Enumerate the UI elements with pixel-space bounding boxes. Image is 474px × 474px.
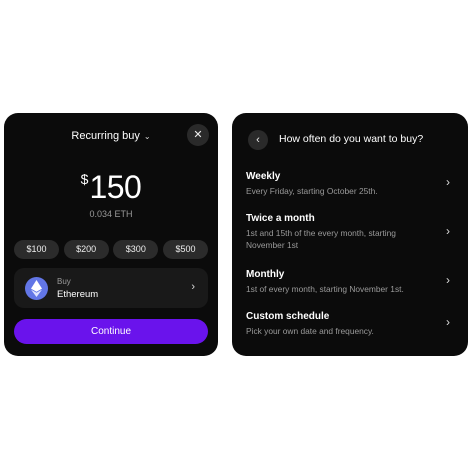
chevron-right-icon: › bbox=[191, 281, 195, 293]
option-monthly[interactable]: Monthly 1st of every month, starting Nov… bbox=[246, 269, 454, 294]
preset-300-button[interactable]: $300 bbox=[113, 240, 159, 259]
chevron-right-icon: › bbox=[446, 273, 450, 287]
option-weekly[interactable]: Weekly Every Friday, starting October 25… bbox=[246, 171, 454, 196]
amount-display[interactable]: $150 bbox=[4, 169, 218, 206]
back-button[interactable]: ‹ bbox=[248, 130, 268, 150]
chevron-down-icon: ⌄ bbox=[143, 132, 151, 141]
option-custom-schedule[interactable]: Custom schedule Pick your own date and f… bbox=[246, 311, 454, 336]
preset-200-button[interactable]: $200 bbox=[63, 240, 109, 259]
crypto-equivalent: 0.034 ETH bbox=[89, 209, 133, 219]
amount-value: 150 bbox=[89, 169, 142, 205]
option-description: Pick your own date and frequency. bbox=[246, 326, 374, 336]
chevron-left-icon: ‹ bbox=[256, 134, 260, 146]
option-description: Every Friday, starting October 25th. bbox=[246, 186, 378, 196]
asset-name: Ethereum bbox=[57, 289, 99, 300]
close-button[interactable]: ✕ bbox=[187, 124, 209, 146]
option-title: Custom schedule bbox=[246, 311, 330, 322]
option-title: Twice a month bbox=[246, 213, 315, 224]
currency-symbol: $ bbox=[80, 171, 89, 187]
chevron-right-icon: › bbox=[446, 224, 450, 238]
chevron-right-icon: › bbox=[446, 175, 450, 189]
frequency-panel: ‹ How often do you want to buy? Weekly E… bbox=[232, 113, 468, 356]
preset-500-button[interactable]: $500 bbox=[162, 240, 208, 259]
frequency-title: How often do you want to buy? bbox=[279, 133, 424, 145]
option-twice-a-month[interactable]: Twice a month 1st and 15th of the every … bbox=[246, 213, 454, 251]
option-title: Weekly bbox=[246, 171, 281, 182]
recurring-buy-selector[interactable]: Recurring buy ⌄ bbox=[4, 130, 218, 142]
option-description: 1st of every month, starting November 1s… bbox=[246, 284, 404, 294]
preset-100-button[interactable]: $100 bbox=[14, 240, 59, 259]
panel-title: Recurring buy bbox=[71, 130, 140, 142]
close-icon: ✕ bbox=[193, 129, 203, 141]
continue-button[interactable]: Continue bbox=[14, 319, 208, 344]
recurring-buy-panel: Recurring buy ⌄ ✕ $150 0.034 ETH $100 $20… bbox=[4, 113, 218, 356]
preset-amounts: $100 $200 $300 $500 bbox=[14, 240, 208, 259]
option-description: 1st and 15th of the every month, startin… bbox=[246, 228, 396, 250]
asset-selector[interactable]: Buy Ethereum › bbox=[14, 268, 208, 308]
option-title: Monthly bbox=[246, 269, 285, 280]
ethereum-icon bbox=[25, 277, 48, 300]
asset-action-label: Buy bbox=[57, 277, 71, 286]
chevron-right-icon: › bbox=[446, 315, 450, 329]
